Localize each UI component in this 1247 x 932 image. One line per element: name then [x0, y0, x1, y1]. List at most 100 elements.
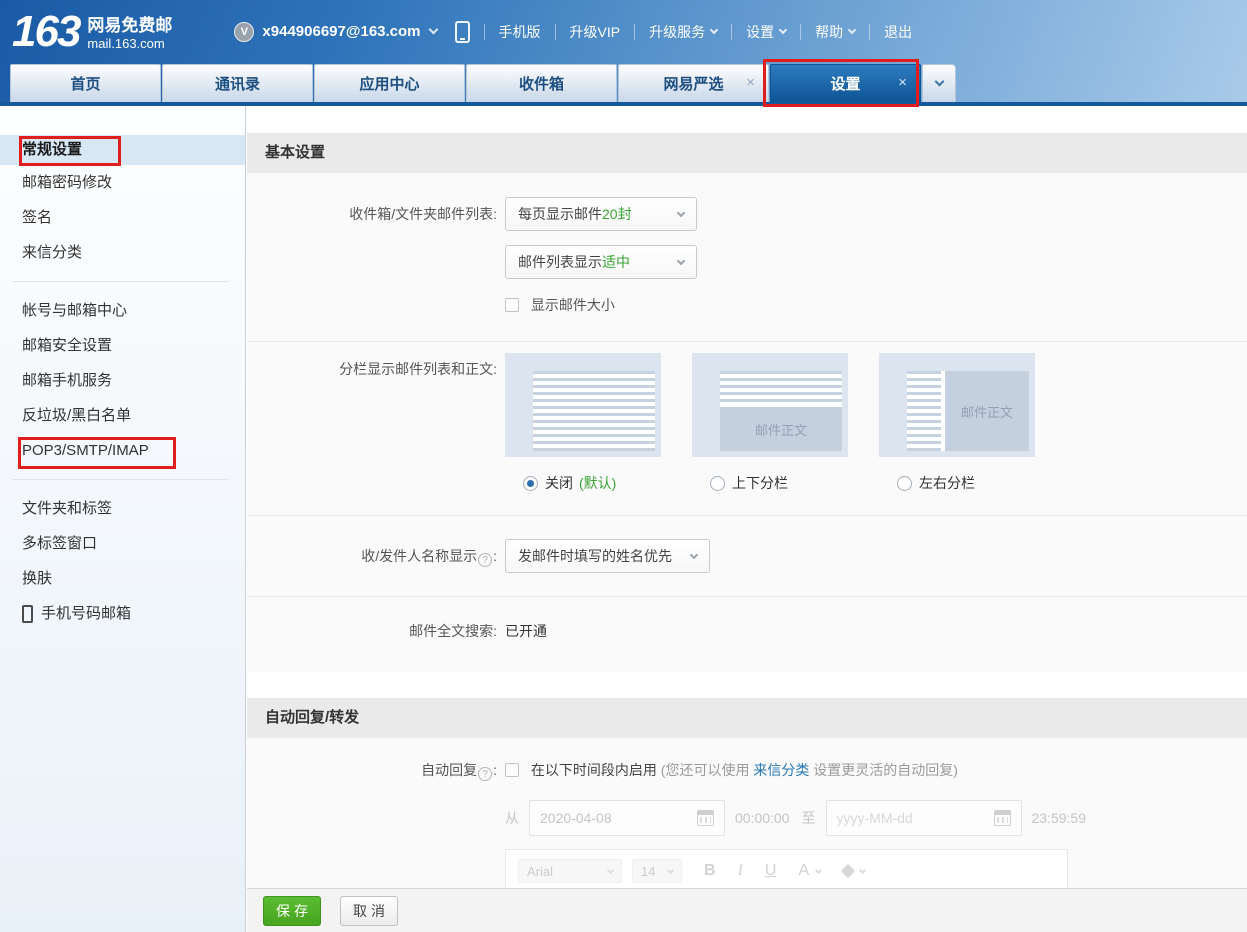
radio-icon: [523, 476, 538, 491]
save-button[interactable]: 保存: [263, 896, 321, 926]
density-value: 适中: [602, 254, 630, 270]
bold-button[interactable]: B: [704, 862, 716, 880]
settings-sidebar: 常规设置 邮箱密码修改 签名 来信分类 帐号与邮箱中心 邮箱安全设置 邮箱手机服…: [0, 106, 246, 932]
from-time: 00:00:00: [735, 810, 790, 826]
preview-split-horizontal[interactable]: 邮件正文: [692, 353, 848, 457]
sidebar-item-security-settings[interactable]: 邮箱安全设置: [0, 328, 245, 363]
close-icon[interactable]: ×: [746, 75, 755, 91]
tab-app-center[interactable]: 应用中心: [314, 64, 465, 102]
separator: [634, 24, 635, 40]
font-family-select[interactable]: Arial: [518, 859, 622, 883]
sidebar-divider: [12, 281, 229, 282]
chevron-down-icon: [677, 208, 685, 216]
tab-home[interactable]: 首页: [10, 64, 161, 102]
row-label: 邮件全文搜索:: [247, 621, 497, 641]
calendar-icon[interactable]: [697, 810, 714, 826]
annotation-box-general-settings: [19, 136, 121, 166]
to-date-field[interactable]: [826, 800, 1022, 836]
checkbox-label: 显示邮件大小: [531, 297, 615, 313]
chevron-down-icon: [607, 866, 614, 873]
preview-split-vertical[interactable]: 邮件正文: [879, 353, 1035, 457]
annotation-box-settings-tab: [763, 59, 919, 107]
chevron-down-icon: [690, 550, 698, 558]
help-icon[interactable]: ?: [478, 767, 492, 781]
preview-split-off[interactable]: [505, 353, 661, 457]
tab-inbox[interactable]: 收件箱: [466, 64, 617, 102]
to-date-input[interactable]: [837, 810, 977, 826]
link-logout[interactable]: 退出: [884, 22, 912, 42]
mail-list-thumbnail: [907, 371, 941, 451]
mail-settings-page: 163 网易免费邮 mail.163.com V x944906697@163.…: [0, 0, 1247, 932]
sidebar-item-antispam[interactable]: 反垃圾/黑白名单: [0, 398, 245, 433]
from-date-input[interactable]: [540, 810, 680, 826]
font-size-select[interactable]: 14: [632, 859, 682, 883]
sidebar-item-signature[interactable]: 签名: [0, 200, 245, 235]
sidebar-item-multitab-window[interactable]: 多标签窗口: [0, 526, 245, 561]
checkbox-label: 在以下时间段内启用: [531, 762, 657, 778]
sidebar-item-account-center[interactable]: 帐号与邮箱中心: [0, 293, 245, 328]
sidebar-item-password-change[interactable]: 邮箱密码修改: [0, 165, 245, 200]
separator: [800, 24, 801, 40]
show-mail-size-checkbox[interactable]: [505, 298, 519, 312]
tab-list-dropdown[interactable]: [922, 64, 956, 102]
vip-badge-icon: V: [234, 22, 254, 42]
highlight-color-icon[interactable]: [841, 864, 855, 878]
tab-contacts[interactable]: 通讯录: [162, 64, 313, 102]
link-upgrade-vip[interactable]: 升级VIP: [570, 22, 621, 42]
row-split-view: 分栏显示邮件列表和正文: 邮件正文: [247, 342, 1247, 516]
page-size-value: 20封: [602, 206, 632, 222]
chevron-down-icon: [815, 866, 822, 873]
calendar-icon[interactable]: [994, 810, 1011, 826]
default-note: (默认): [579, 473, 616, 493]
cancel-button[interactable]: 取消: [340, 896, 398, 926]
separator: [555, 24, 556, 40]
link-upgrade-services[interactable]: 升级服务: [649, 22, 717, 42]
sidebar-item-folders-labels[interactable]: 文件夹和标签: [0, 491, 245, 526]
mail-body-thumbnail: 邮件正文: [945, 371, 1029, 451]
sidebar-item-skins[interactable]: 换肤: [0, 561, 245, 596]
mail-classification-link[interactable]: 来信分类: [753, 762, 809, 778]
section-body-autoreply: 自动回复?: 在以下时间段内启用 (您还可以使用 来信分类 设置更灵活的自动回复…: [247, 738, 1247, 888]
underline-button[interactable]: U: [765, 862, 777, 880]
separator: [484, 24, 485, 40]
italic-button[interactable]: I: [738, 862, 743, 880]
radio-split-off[interactable]: 关闭 (默认): [505, 473, 692, 493]
row-label: 收件箱/文件夹邮件列表:: [247, 197, 497, 315]
header-background: 163 网易免费邮 mail.163.com V x944906697@163.…: [0, 0, 1247, 106]
radio-split-vertical[interactable]: 左右分栏: [879, 473, 1066, 493]
mobile-phone-icon[interactable]: [455, 21, 470, 43]
from-date-field[interactable]: [529, 800, 725, 836]
link-settings[interactable]: 设置: [746, 22, 786, 42]
separator: [731, 24, 732, 40]
name-display-select[interactable]: 发邮件时填写的姓名优先: [505, 539, 710, 573]
to-time: 23:59:59: [1032, 810, 1087, 826]
account-email: x944906697@163.com: [262, 23, 420, 40]
sidebar-item-mobile-services[interactable]: 邮箱手机服务: [0, 363, 245, 398]
row-fulltext-search: 邮件全文搜索: 已开通: [247, 597, 1247, 672]
tab-yanxuan[interactable]: 网易严选×: [618, 64, 769, 102]
163-logo[interactable]: 163 网易免费邮 mail.163.com: [12, 10, 172, 54]
settings-content: 基本设置 收件箱/文件夹邮件列表: 每页显示邮件20封 邮件列表显示适中: [247, 106, 1247, 888]
row-label: 分栏显示邮件列表和正文:: [247, 353, 497, 493]
page-size-select[interactable]: 每页显示邮件20封: [505, 197, 697, 231]
account-menu[interactable]: V x944906697@163.com: [234, 22, 436, 42]
chevron-down-icon: [710, 26, 718, 34]
link-help[interactable]: 帮助: [815, 22, 855, 42]
sidebar-item-mobile-number-mailbox[interactable]: 手机号码邮箱: [0, 596, 245, 631]
from-label: 从: [505, 808, 519, 828]
help-icon[interactable]: ?: [478, 553, 492, 567]
logo-title: 网易免费邮: [87, 16, 172, 36]
chevron-down-icon: [428, 25, 438, 35]
mail-list-thumbnail: [720, 371, 842, 404]
font-color-button[interactable]: A: [798, 862, 809, 880]
list-density-select[interactable]: 邮件列表显示适中: [505, 245, 697, 279]
chevron-down-icon: [848, 26, 856, 34]
radio-split-horizontal[interactable]: 上下分栏: [692, 473, 879, 493]
logo-domain: mail.163.com: [87, 36, 172, 52]
link-mobile-version[interactable]: 手机版: [499, 22, 541, 42]
separator: [869, 24, 870, 40]
sidebar-item-mail-classification[interactable]: 来信分类: [0, 235, 245, 270]
row-label: 收/发件人名称显示: [361, 548, 477, 564]
to-label: 至: [802, 808, 816, 828]
autoreply-enable-checkbox[interactable]: [505, 763, 519, 777]
